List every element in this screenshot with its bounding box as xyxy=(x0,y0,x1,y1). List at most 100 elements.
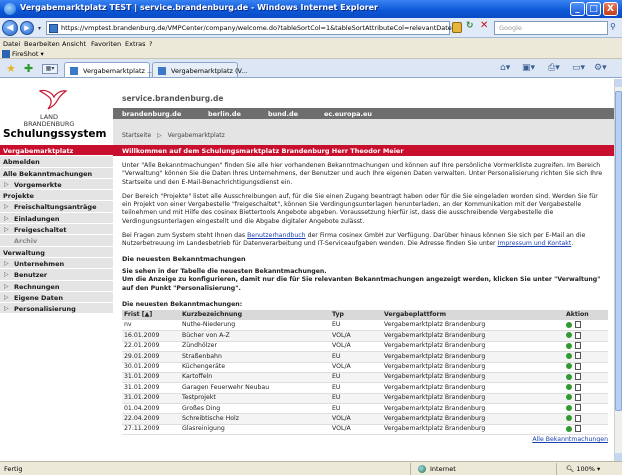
scroll-down-icon[interactable] xyxy=(615,453,622,461)
minimize-button[interactable]: _ xyxy=(570,2,585,16)
bookmark-icon[interactable] xyxy=(566,332,572,339)
feeds-icon[interactable]: ▣▾ xyxy=(522,63,535,73)
table-row[interactable]: 31.01.2009 Testprojekt EU Vergabemarktplatz… xyxy=(122,393,608,405)
manual-link[interactable]: Benutzerhandbuch xyxy=(247,232,306,239)
menu-datei[interactable]: Datei xyxy=(3,40,20,48)
table-row[interactable]: 22.04.2009 Schreibtische Holz VOL/A Vergabe… xyxy=(122,413,608,425)
tools-menu-icon[interactable]: ⚙▾ xyxy=(594,63,607,73)
bookmark-icon[interactable] xyxy=(566,394,572,401)
favorites-star-icon[interactable]: ★ xyxy=(6,62,16,75)
refresh-icon[interactable]: ↻ xyxy=(466,21,474,31)
menu-favoriten[interactable]: Favoriten xyxy=(91,40,121,48)
quick-tabs-icon[interactable]: ▦▾ xyxy=(42,64,58,74)
tab-vergabemarktplatz-1[interactable]: Vergabemarktplatz ...× xyxy=(64,62,164,77)
bookmark-icon[interactable] xyxy=(566,404,572,411)
details-icon[interactable] xyxy=(575,321,581,328)
stop-icon[interactable]: ✕ xyxy=(480,20,488,31)
security-zone[interactable]: Internet xyxy=(430,465,456,473)
table-row[interactable]: 22.01.2009 Zündhölzer VOL/A Vergabemarktpla… xyxy=(122,341,608,353)
sidebar-item-personalisierung[interactable]: ▷ Personalisierung xyxy=(0,303,113,315)
sidebar-item-vergabemarktplatz[interactable]: Vergabemarktplatz xyxy=(0,145,113,157)
details-icon[interactable] xyxy=(575,352,581,360)
imprint-contact-link[interactable]: Impressum und Kontakt xyxy=(498,240,572,247)
fireshot-button[interactable]: FireShot ▾ xyxy=(12,50,44,58)
topnav-bund[interactable]: bund.de xyxy=(268,110,298,118)
sidebar-item-abmelden[interactable]: Abmelden xyxy=(0,156,113,168)
menu-bearbeiten[interactable]: Bearbeiten xyxy=(24,40,60,48)
sidebar-item-verwaltung[interactable]: Verwaltung xyxy=(0,246,113,258)
history-dropdown-icon[interactable]: ▾ xyxy=(38,25,41,32)
search-icon[interactable]: ⚲ xyxy=(610,22,616,31)
table-row[interactable]: 29.01.2009 Straßenbahn EU Vergabemarktplatz… xyxy=(122,351,608,363)
vertical-scrollbar[interactable] xyxy=(614,79,622,461)
add-favorite-icon[interactable]: ✚ xyxy=(24,62,33,75)
bookmark-icon[interactable] xyxy=(566,321,572,328)
tab-label: Vergabemarktplatz ... xyxy=(83,67,154,75)
menu-help[interactable]: ? xyxy=(149,40,152,48)
details-icon[interactable] xyxy=(575,425,581,433)
bookmark-icon[interactable] xyxy=(566,415,572,422)
details-icon[interactable] xyxy=(575,342,581,350)
sidebar-item-freigeschaltet[interactable]: ▷ Freigeschaltet xyxy=(0,224,113,236)
topnav-berlin[interactable]: berlin.de xyxy=(208,110,241,118)
sidebar-item-projekte[interactable]: Projekte xyxy=(0,190,113,202)
table-row[interactable]: 30.01.2009 Küchengeräte VOL/A Vergabemarktp… xyxy=(122,362,608,373)
sidebar-item-alle-bekanntmachungen[interactable]: Alle Bekanntmachungen xyxy=(0,167,113,179)
close-button[interactable]: X xyxy=(603,2,618,16)
forward-button[interactable]: ▶ xyxy=(20,21,34,35)
home-icon[interactable]: ⌂▾ xyxy=(500,63,510,73)
search-input[interactable]: Google xyxy=(494,21,608,35)
lock-icon[interactable] xyxy=(452,22,462,33)
cell-frist: 29.01.2009 xyxy=(122,351,180,363)
topnav-ec-europa[interactable]: ec.europa.eu xyxy=(324,110,372,118)
table-row[interactable]: 27.11.2009 Glasreinigung VOL/A Vergabemarkt… xyxy=(122,424,608,436)
sidebar-item-rechnungen[interactable]: ▷ Rechnungen xyxy=(0,280,113,292)
col-frist-header[interactable]: Frist [▲] xyxy=(122,310,180,321)
breadcrumb-bar: Startseite ▷ Vergabemarktplatz xyxy=(113,119,614,145)
topnav-brandenburg[interactable]: brandenburg.de xyxy=(122,110,181,118)
details-icon[interactable] xyxy=(575,362,581,370)
details-icon[interactable] xyxy=(575,331,581,339)
table-row[interactable]: 16.01.2009 Bücher von A-Z VOL/A Vergabemark… xyxy=(122,330,608,342)
bookmark-icon[interactable] xyxy=(566,373,572,380)
site-url[interactable]: service.brandenburg.de xyxy=(122,94,223,103)
sidebar-item-archiv[interactable]: Archiv xyxy=(0,235,113,247)
details-icon[interactable] xyxy=(575,414,581,422)
sidebar-item-vorgemerkte[interactable]: ▷ Vorgemerkte xyxy=(0,178,113,191)
url-input[interactable]: https://vmptest.brandenburg.de/VMPCenter… xyxy=(46,21,452,35)
scroll-thumb[interactable] xyxy=(615,91,622,411)
scroll-up-icon[interactable] xyxy=(615,79,622,87)
configure-info: Um die Anzeige zu konfigurieren, damit n… xyxy=(122,276,601,292)
menu-extras[interactable]: Extras xyxy=(125,40,146,48)
table-row[interactable]: nv Nuthe-Niederung EU Vergabemarktplatz Bra… xyxy=(122,320,608,332)
details-icon[interactable] xyxy=(575,393,581,401)
bookmark-icon[interactable] xyxy=(566,384,572,391)
cell-kurzbezeichnung: Schreibtische Holz xyxy=(180,413,330,425)
sidebar-item-unternehmen[interactable]: ▷ Unternehmen xyxy=(0,257,113,270)
sidebar-item-freischaltungsanträge[interactable]: ▷ Freischaltungsanträge xyxy=(0,201,113,213)
sidebar-item-einladungen[interactable]: ▷ Einladungen xyxy=(0,212,113,225)
bookmark-icon[interactable] xyxy=(566,342,572,349)
details-icon[interactable] xyxy=(575,404,581,412)
details-icon[interactable] xyxy=(575,383,581,391)
page-menu-icon[interactable]: ▭▾ xyxy=(572,63,585,73)
bookmark-icon[interactable] xyxy=(566,425,572,432)
bookmark-icon[interactable] xyxy=(566,363,572,370)
newest-heading: Die neuesten Bekanntmachungen xyxy=(122,254,246,263)
print-icon[interactable]: ⎙▾ xyxy=(548,63,560,73)
breadcrumb-home[interactable]: Startseite xyxy=(122,132,151,139)
table-row[interactable]: 31.01.2009 Garagen Feuerwehr Neubau EU Verg… xyxy=(122,382,608,394)
table-title: Die neuesten Bekanntmachungen: xyxy=(122,300,243,308)
zoom-level[interactable]: 🔍︎ 100% ▾ xyxy=(566,465,600,473)
maximize-button[interactable]: □ xyxy=(586,2,601,16)
tab-vergabemarktplatz-2[interactable]: Vergabemarktplatz (V... xyxy=(152,62,247,77)
sidebar-item-benutzer[interactable]: ▷ Benutzer xyxy=(0,269,113,281)
sidebar-item-eigene-daten[interactable]: ▷ Eigene Daten xyxy=(0,291,113,304)
all-announcements-link[interactable]: Alle Bekanntmachungen xyxy=(532,436,608,444)
table-row[interactable]: 01.04.2009 Großes Ding EU Vergabemarktplatz… xyxy=(122,403,608,415)
menu-ansicht[interactable]: Ansicht xyxy=(62,40,86,48)
back-button[interactable]: ◀ xyxy=(2,20,18,36)
details-icon[interactable] xyxy=(575,373,581,381)
bookmark-icon[interactable] xyxy=(566,352,572,359)
table-row[interactable]: 31.01.2009 Kartoffeln EU Vergabemarktplatz … xyxy=(122,372,608,384)
